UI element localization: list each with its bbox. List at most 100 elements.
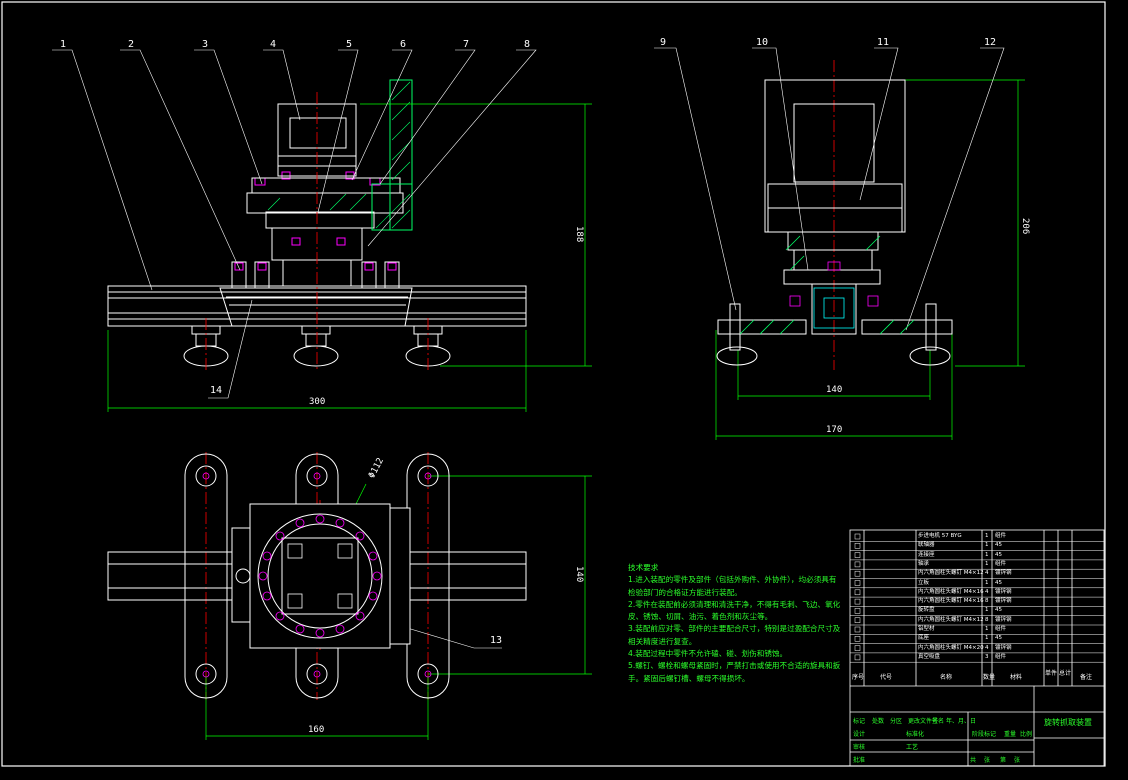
title-block-cell-qty: 8 (985, 598, 989, 605)
title-block-row-number (854, 533, 861, 540)
notes-line: 5.螺钉、螺栓和螺母紧固时，严禁打击或使用不合适的旋具和扳 (628, 661, 841, 671)
dim-front-width: 300 (309, 397, 326, 407)
title-block-cell-mat: 组件 (995, 626, 1007, 632)
title-block-row-number (854, 617, 861, 623)
callout-12: 12 (984, 37, 997, 48)
title-block-cell-mat: 45 (995, 551, 1002, 558)
callout-6: 6 (400, 39, 407, 50)
title-block-cell-qty: 8 (985, 616, 989, 623)
tb-footer: 标准化 (906, 731, 925, 738)
tb-footer: 阶段标记 (972, 731, 997, 738)
title-block-cell-qty: 1 (985, 626, 989, 632)
title-block-row-number (854, 654, 861, 661)
callout-5: 5 (346, 39, 353, 50)
title-block-cell-mat: 组件 (995, 533, 1007, 539)
dim-front-height: 188 (574, 226, 584, 243)
tb-header-remark: 备注 (1080, 674, 1093, 681)
title-block-cell-qty: 4 (985, 588, 989, 595)
tb-footer: 年、月、日 (946, 718, 977, 725)
title-block-cell-mat: 镀锌钢 (995, 598, 1012, 605)
tb-header-code: 代号 (880, 674, 893, 681)
title-block-cell-qty: 1 (985, 607, 989, 614)
title-block-row-number (854, 626, 861, 633)
title-block-cell-qty: 1 (985, 635, 989, 642)
callout-3: 3 (202, 39, 209, 50)
title-block-cell-qty: 1 (985, 551, 989, 558)
notes-heading: 技术要求 (628, 563, 659, 572)
title-block-row-number (854, 598, 861, 605)
title-block-cell-desc: 旋转盘 (918, 607, 935, 614)
notes-line: 皮、锈蚀、切屑、油污、着色剂和灰尘等。 (628, 612, 773, 622)
title-block-cell-mat: 45 (995, 607, 1002, 614)
title-block-cell-mat: 镀锌钢 (995, 644, 1012, 651)
title-block-cell-mat: 镀锌钢 (995, 570, 1012, 577)
title-block-cell-mat: 组件 (995, 560, 1007, 567)
title-block-row-number (854, 580, 861, 586)
tb-footer: 共 (970, 757, 977, 764)
tb-footer: 重量 (1004, 731, 1017, 738)
title-block-cell-qty: 1 (985, 560, 989, 567)
title-block-cell-mat: 组件 (995, 653, 1007, 660)
callout-7: 7 (463, 39, 470, 50)
tb-header-material: 材料 (1010, 674, 1023, 681)
side-view-parts (739, 235, 915, 335)
callout-2: 2 (128, 39, 135, 50)
dim-side-height: 206 (1020, 218, 1030, 235)
notes-line: 1.进入装配的零件及部件（包括外购件、外协件），均必须具有 (628, 575, 837, 585)
dim-side-width: 170 (826, 425, 843, 435)
tb-footer: 工艺 (906, 744, 919, 751)
dim-top-width: 160 (308, 725, 325, 735)
title-block-row-number (854, 561, 861, 568)
title-block-cell-mat: 45 (995, 542, 1002, 549)
notes-line: 相关精度进行复查。 (628, 636, 697, 646)
notes-line: 4.装配过程中零件不允许磕、碰、划伤和锈蚀。 (628, 649, 788, 659)
tb-footer: 张 (984, 757, 991, 764)
callout-14: 14 (210, 385, 223, 396)
title-block-cell-desc: 底座 (918, 635, 930, 642)
notes-line: 检验部门的合格证方能进行装配。 (628, 587, 742, 597)
tb-footer: 签名 (932, 718, 945, 725)
title-block-row-number (854, 552, 861, 558)
tb-footer: 比例 (1020, 731, 1033, 738)
callout-1: 1 (60, 39, 67, 50)
title-block-cell-qty: 4 (985, 570, 989, 577)
callout-8: 8 (524, 39, 531, 50)
tb-footer: 分区 (890, 718, 903, 725)
title-block-cell-mat: 45 (995, 579, 1002, 586)
title-block-cell-desc: 内六角圆柱头螺钉 M4×16 (918, 588, 984, 595)
tb-footer: 张 (1014, 757, 1021, 764)
title-block-row-number (854, 543, 861, 549)
callout-13: 13 (490, 635, 503, 646)
title-block-cell-desc: 联轴器 (918, 542, 935, 549)
title-block-row-number (854, 645, 861, 651)
title-block-cell-desc: 内六角圆柱头螺钉 M4×20 (918, 644, 984, 651)
title-block-cell-desc: 铝型材 (918, 626, 935, 632)
notes-line: 手。紧固后螺钉槽、螺母不得损坏。 (628, 673, 750, 683)
title-block-cell-qty: 1 (985, 533, 989, 539)
tb-header-total: 总计 (1059, 670, 1072, 677)
title-block-cell-desc: 轴承 (918, 560, 930, 567)
tb-header-no: 序号 (852, 674, 865, 681)
tb-footer: 批准 (853, 757, 866, 764)
title-block-row-number (854, 589, 861, 596)
title-block-cell-desc: 真空吸盘 (918, 653, 941, 660)
title-block-row-number (854, 636, 861, 642)
dim-side-inner: 140 (826, 385, 843, 395)
title-block-cell-desc: 内六角圆柱头螺钉 M4×12 (918, 616, 984, 623)
title-block-cell-qty: 3 (985, 653, 989, 660)
tb-footer: 处数 (872, 718, 885, 725)
callout-9: 9 (660, 37, 667, 48)
tb-footer: 审核 (853, 744, 866, 751)
title-block-cell-desc: 立板 (918, 579, 930, 586)
tb-header-unit: 单件 (1045, 670, 1058, 677)
title-block-cell-qty: 4 (985, 644, 989, 651)
notes-line: 2.零件在装配前必须清理和清洗干净，不得有毛刺、飞边、氧化 (628, 599, 841, 609)
notes-line: 3.装配前应对零、部件的主要配合尺寸，特别是过盈配合尺寸及 (628, 624, 841, 634)
title-block-cell-desc: 步进电机 57 BYG (918, 533, 962, 539)
drawing-canvas (1, 1, 1106, 767)
title-block-row-number (854, 608, 861, 614)
front-dimensions (107, 79, 1025, 740)
title-block-cell-mat: 45 (995, 635, 1002, 642)
tb-footer: 标记 (853, 718, 866, 725)
dim-top-height: 140 (574, 566, 584, 583)
